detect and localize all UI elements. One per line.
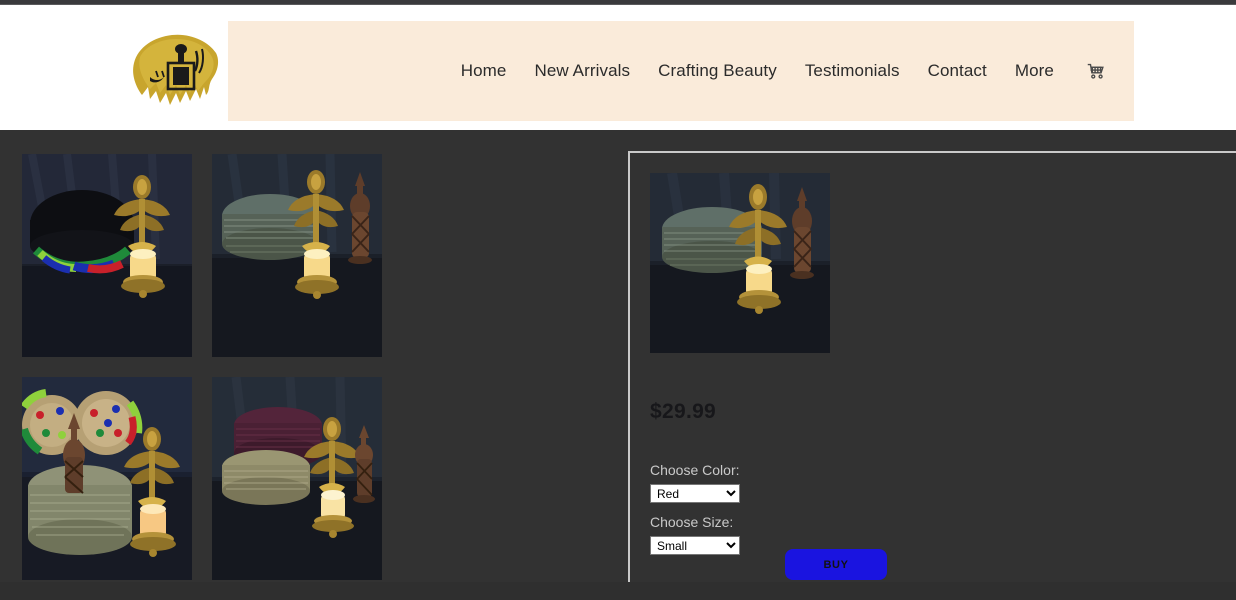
brand-logo[interactable] (128, 27, 224, 115)
nav-item-contact[interactable]: Contact (928, 61, 987, 81)
nav-item-new-arrivals[interactable]: New Arrivals (534, 61, 630, 81)
main-content: $29.99 Choose Color: Red Choose Size: Sm… (0, 130, 1236, 600)
product-gallery (22, 154, 392, 580)
gallery-thumbnail-2[interactable] (212, 154, 382, 357)
product-detail-panel: $29.99 Choose Color: Red Choose Size: Sm… (628, 151, 1236, 600)
color-select[interactable]: Red (650, 484, 740, 503)
gallery-thumbnail-4[interactable] (212, 377, 382, 580)
nav-item-home[interactable]: Home (461, 61, 507, 81)
nav-item-crafting-beauty[interactable]: Crafting Beauty (658, 61, 777, 81)
choose-size-label: Choose Size: (650, 514, 734, 530)
buy-button[interactable]: BUY (785, 549, 887, 580)
product-main-image[interactable] (650, 173, 830, 353)
nav-item-testimonials[interactable]: Testimonials (805, 61, 900, 81)
choose-color-label: Choose Color: (650, 462, 740, 478)
page-footer-strip (0, 582, 1236, 600)
size-select[interactable]: Small (650, 536, 740, 555)
shopping-cart-icon[interactable] (1084, 59, 1108, 83)
main-navigation: Home New Arrivals Crafting Beauty Testim… (228, 21, 1134, 121)
product-price: $29.99 (650, 400, 717, 423)
gallery-thumbnail-1[interactable] (22, 154, 192, 357)
site-header: Home New Arrivals Crafting Beauty Testim… (0, 5, 1236, 130)
nav-item-more[interactable]: More (1015, 61, 1054, 81)
gallery-thumbnail-3[interactable] (22, 377, 192, 580)
